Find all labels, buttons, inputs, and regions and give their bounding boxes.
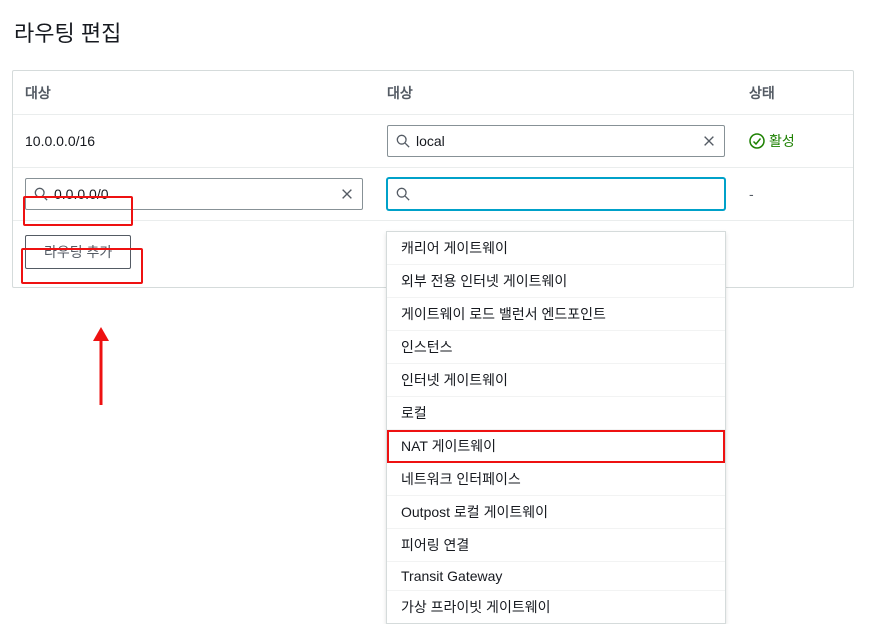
destination-input-field[interactable] — [54, 186, 334, 202]
destination-cell: 10.0.0.0/16 — [13, 129, 375, 153]
search-icon — [396, 134, 410, 148]
add-route-button[interactable]: 라우팅 추가 — [25, 235, 131, 269]
table-row: - — [13, 168, 853, 221]
status-badge: 활성 — [749, 131, 795, 151]
page-title: 라우팅 편집 — [14, 16, 857, 48]
dropdown-item[interactable]: 캐리어 게이트웨이 — [387, 232, 725, 265]
table-row: 10.0.0.0/16 활성 — [13, 115, 853, 168]
target-dropdown: 캐리어 게이트웨이외부 전용 인터넷 게이트웨이게이트웨이 로드 밸런서 엔드포… — [386, 231, 726, 624]
dropdown-item[interactable]: 네트워크 인터페이스 — [387, 463, 725, 496]
search-icon — [34, 187, 48, 201]
target-input-field[interactable] — [416, 133, 696, 149]
dropdown-item[interactable]: 인터넷 게이트웨이 — [387, 364, 725, 397]
table-header-row: 대상 대상 상태 — [13, 71, 853, 115]
route-table-panel: 대상 대상 상태 10.0.0.0/16 활성 — [12, 70, 854, 288]
clear-icon[interactable] — [702, 134, 716, 148]
target-input-row2[interactable] — [387, 178, 725, 210]
dropdown-item[interactable]: 로컬 — [387, 397, 725, 430]
target-input-row1[interactable] — [387, 125, 725, 157]
dropdown-item[interactable]: 외부 전용 인터넷 게이트웨이 — [387, 265, 725, 298]
dropdown-item[interactable]: NAT 게이트웨이 — [387, 430, 725, 463]
target-input-field[interactable] — [416, 186, 716, 202]
dropdown-item[interactable]: Transit Gateway — [387, 562, 725, 591]
dropdown-item[interactable]: 피어링 연결 — [387, 529, 725, 562]
col-header-destination: 대상 — [13, 79, 375, 107]
dropdown-item[interactable]: Outpost 로컬 게이트웨이 — [387, 496, 725, 529]
clear-icon[interactable] — [340, 187, 354, 201]
col-header-target: 대상 — [375, 79, 737, 107]
dropdown-item[interactable]: 게이트웨이 로드 밸런서 엔드포인트 — [387, 298, 725, 331]
dropdown-item[interactable]: 인스턴스 — [387, 331, 725, 364]
col-header-state: 상태 — [737, 79, 853, 107]
dropdown-item[interactable]: 가상 프라이빗 게이트웨이 — [387, 591, 725, 623]
destination-input-row2[interactable] — [25, 178, 363, 210]
check-circle-icon — [749, 133, 765, 149]
state-cell: - — [749, 186, 754, 202]
arrow-annotation — [86, 327, 116, 407]
status-label: 활성 — [769, 131, 795, 151]
search-icon — [396, 187, 410, 201]
